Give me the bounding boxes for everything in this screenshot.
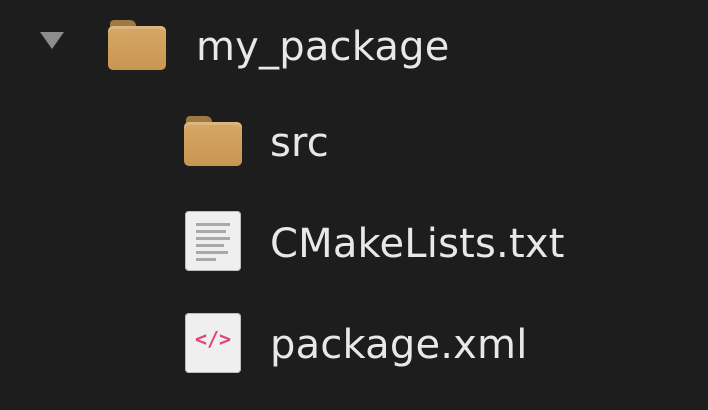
tree-item-label: my_package	[196, 24, 450, 70]
text-file-icon	[185, 211, 241, 271]
folder-icon	[108, 20, 166, 70]
file-tree: my_package src CMakeLists.txt </> packag…	[0, 0, 708, 410]
folder-icon	[184, 116, 242, 166]
tree-row-my-package[interactable]: my_package	[0, 0, 708, 96]
tree-item-label: CMakeLists.txt	[270, 221, 565, 267]
tree-row-src[interactable]: src	[0, 96, 708, 192]
xml-glyph: </>	[194, 327, 232, 351]
xml-file-icon: </>	[185, 313, 241, 373]
expand-arrow-icon[interactable]	[40, 32, 64, 49]
tree-item-label: package.xml	[270, 322, 528, 368]
tree-item-label: src	[270, 120, 329, 166]
tree-row-package-xml[interactable]: </> package.xml	[0, 298, 708, 394]
tree-row-cmakelists[interactable]: CMakeLists.txt	[0, 194, 708, 290]
